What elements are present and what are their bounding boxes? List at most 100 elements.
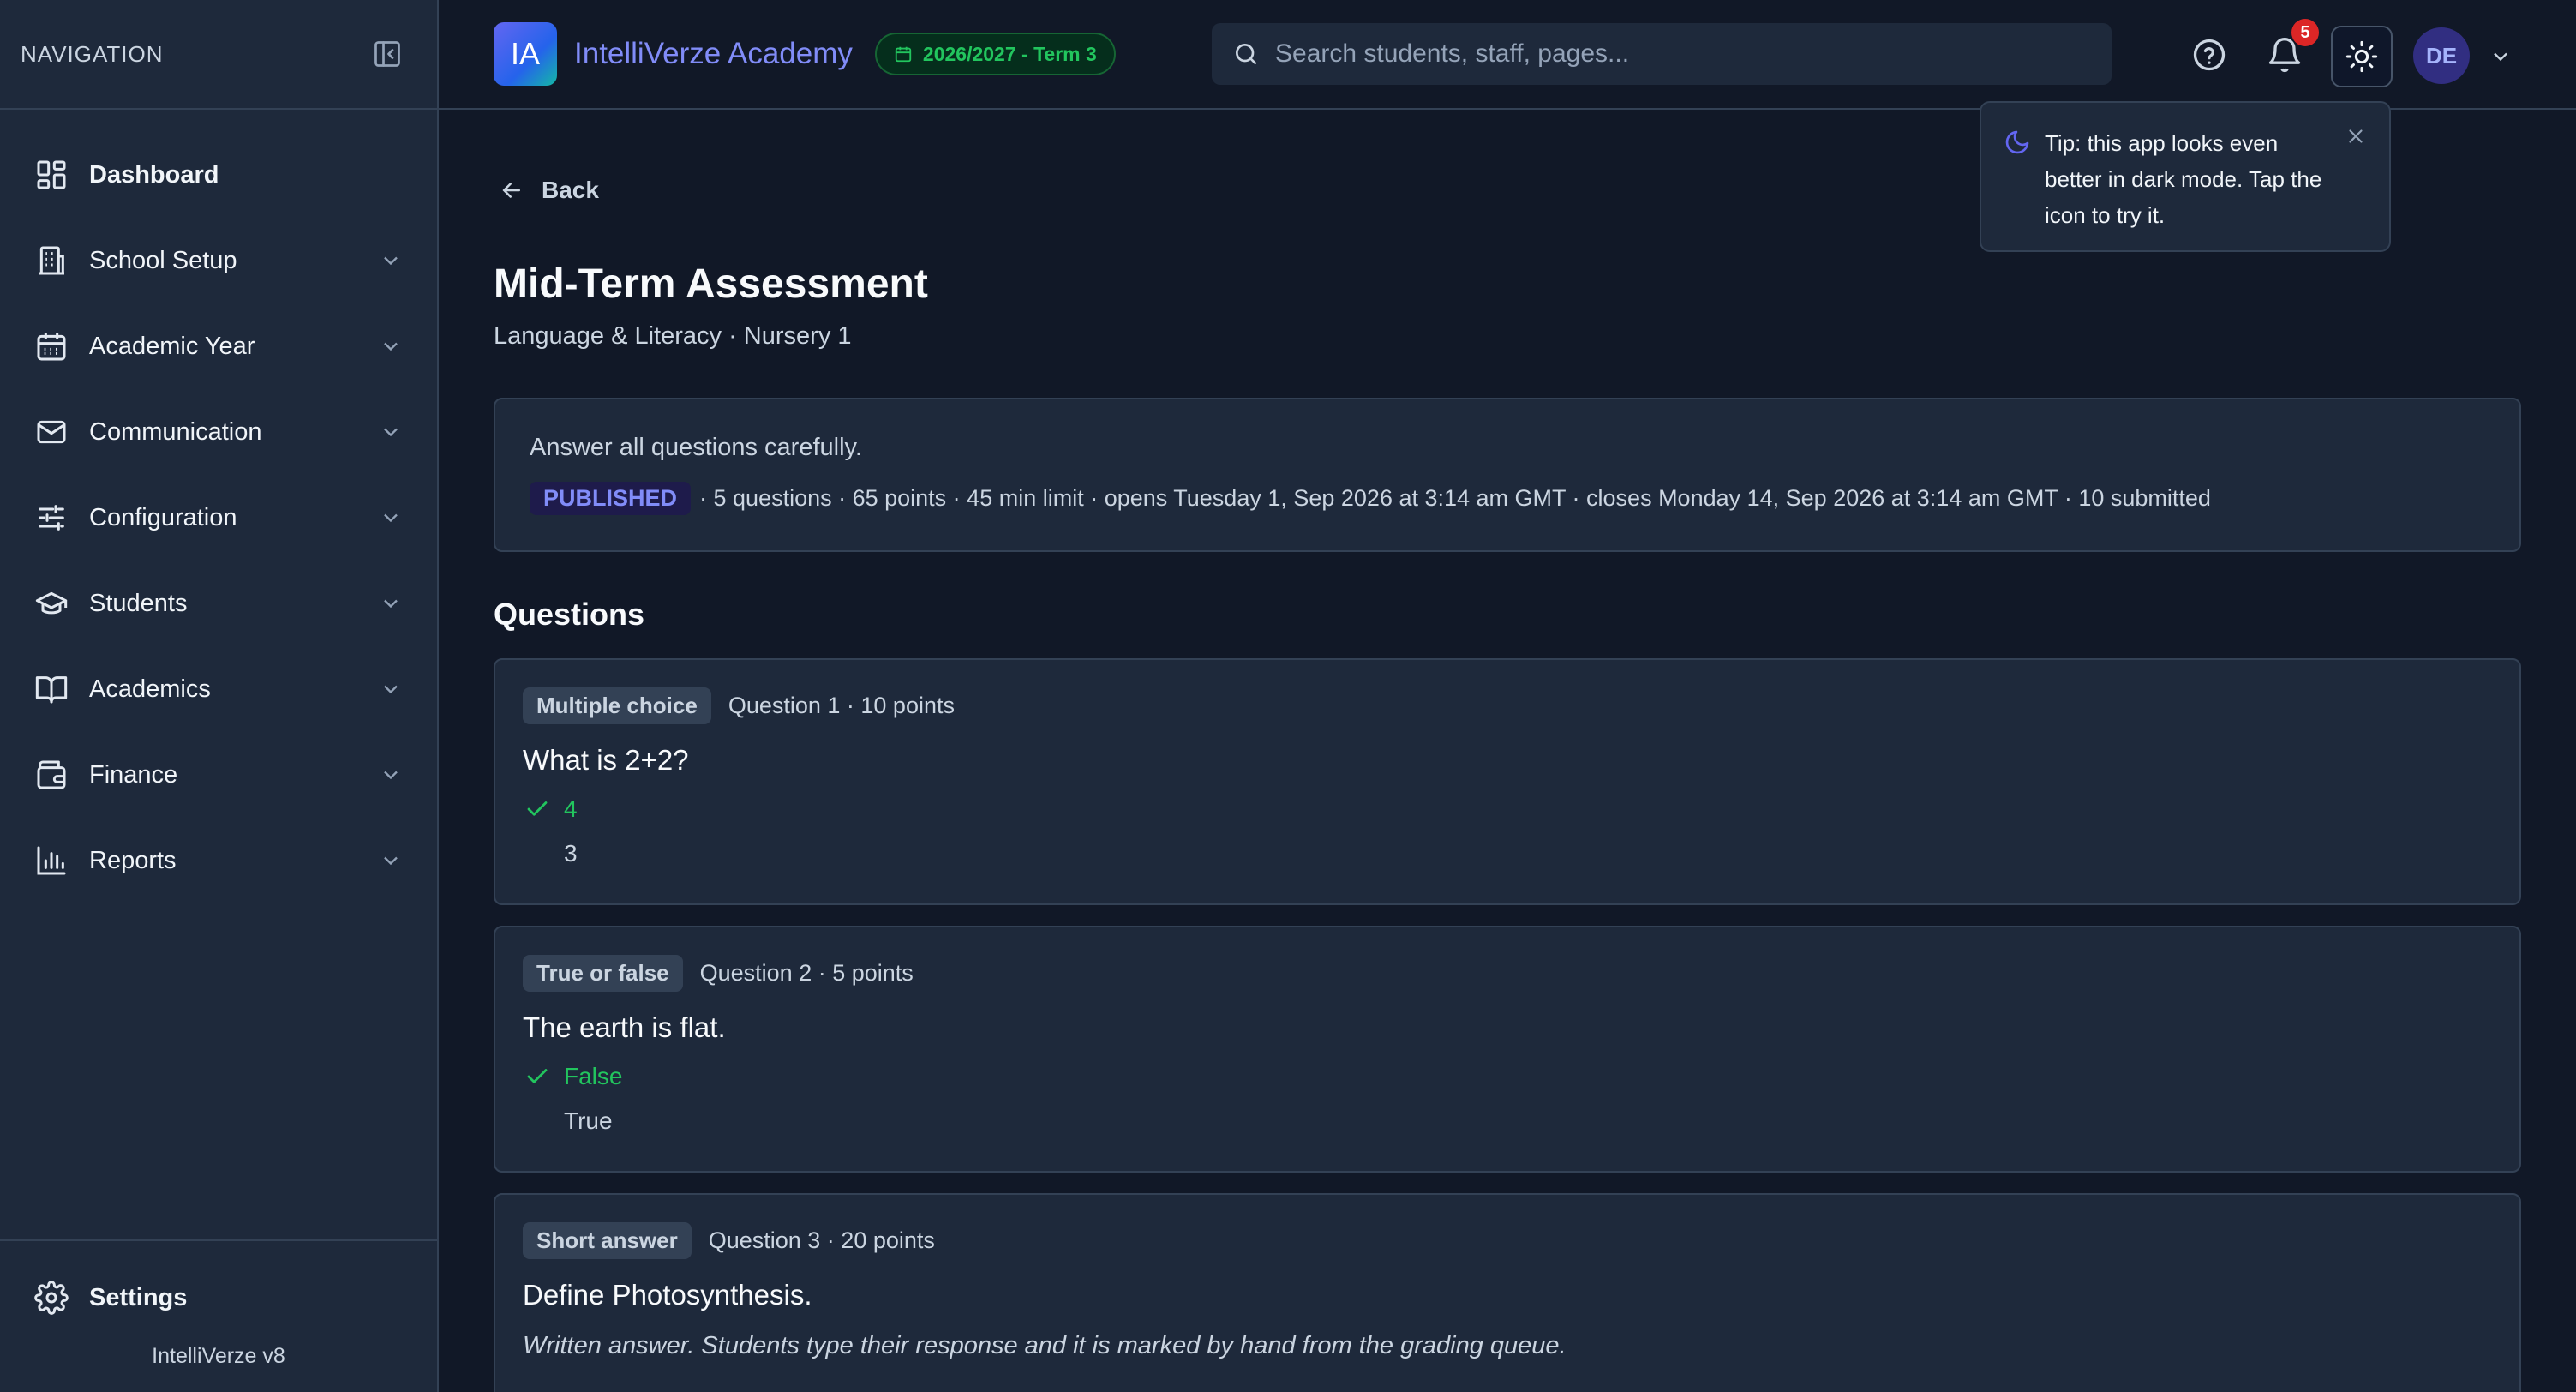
search-icon [1232,40,1260,68]
question-card: Multiple choice Question 1 · 10 points W… [494,658,2521,905]
sidebar-item-finance[interactable]: Finance [0,732,437,818]
sidebar-item-label: Academics [89,675,211,703]
chevron-down-icon [379,849,403,873]
building-icon [34,243,69,278]
term-badge[interactable]: 2026/2027 - Term 3 [874,33,1116,75]
option-label: 4 [564,795,578,822]
option-label: 3 [564,840,578,867]
option: 3 [524,840,578,867]
sidebar-item-label: Reports [89,846,177,874]
collapse-sidebar-icon[interactable] [372,39,403,69]
assessment-description: Answer all questions carefully. [530,434,862,461]
sidebar-item-dashboard[interactable]: Dashboard [0,132,437,218]
questions-heading: Questions [494,597,645,632]
option-label: False [564,1063,623,1089]
question-header: Multiple choice Question 1 · 10 points [523,687,955,724]
sidebar: NAVIGATION Dashboard School Setup Academ… [0,0,439,1392]
sidebar-item-academics[interactable]: Academics [0,646,437,732]
sidebar-item-settings[interactable]: Settings [0,1255,437,1341]
help-icon[interactable] [2190,36,2228,74]
book-icon [34,672,69,706]
sidebar-item-configuration[interactable]: Configuration [0,475,437,561]
wallet-icon [34,758,69,792]
calendar-icon [34,329,69,363]
question-type-badge: True or false [523,955,683,992]
question-type-badge: Short answer [523,1222,692,1259]
chevron-down-icon [379,506,403,530]
status-badge: PUBLISHED [530,482,692,515]
question-header: True or false Question 2 · 5 points [523,955,914,992]
close-icon[interactable] [2345,125,2367,147]
theme-toggle-button[interactable] [2331,26,2393,87]
tip-text: Tip: this app looks even better in dark … [2045,130,2322,228]
page-title: Mid-Term Assessment [494,261,928,307]
sidebar-item-label: Configuration [89,503,237,531]
term-label: 2026/2027 - Term 3 [922,42,1097,65]
chevron-down-icon [379,677,403,701]
sidebar-item-academic-year[interactable]: Academic Year [0,303,437,389]
sidebar-header: NAVIGATION [0,0,437,110]
assessment-meta-text: · 5 questions · 65 points · 45 min limit… [699,485,2211,511]
chevron-down-icon [379,420,403,444]
chevron-down-icon [379,591,403,615]
sidebar-item-label: School Setup [89,246,237,274]
chevron-down-icon [379,763,403,787]
question-meta: Question 3 · 20 points [708,1227,935,1253]
question-text: What is 2+2? [523,744,689,776]
sidebar-item-label: Students [89,589,188,617]
sidebar-item-school-setup[interactable]: School Setup [0,218,437,303]
sidebar-item-label: Academic Year [89,332,255,360]
sidebar-item-label: Communication [89,417,262,446]
sidebar-item-label: Finance [89,760,178,789]
sidebar-item-label: Settings [89,1283,188,1311]
sidebar-item-communication[interactable]: Communication [0,389,437,475]
back-label: Back [542,177,599,203]
app-version: IntelliVerze v8 [152,1344,285,1368]
search-input[interactable]: Search students, staff, pages... [1212,23,2112,85]
assessment-info-card: Answer all questions carefully. PUBLISHE… [494,398,2521,552]
option-label: True [564,1107,613,1134]
sun-icon [2345,39,2379,74]
sliders-icon [34,501,69,535]
question-text: The earth is flat. [523,1011,726,1043]
top-bar: IA IntelliVerze Academy 2026/2027 - Term… [439,0,2576,110]
question-card: True or false Question 2 · 5 points The … [494,926,2521,1173]
bar-chart-icon [34,843,69,878]
question-text: Define Photosynthesis. [523,1279,812,1311]
dashboard-icon [34,158,69,192]
back-button[interactable]: Back [499,177,599,204]
option: True [524,1107,613,1135]
app-logo[interactable]: IA [494,22,557,86]
sidebar-title: NAVIGATION [21,40,164,67]
sidebar-nav: Dashboard School Setup Academic Year Com… [0,110,437,903]
question-meta: Question 2 · 5 points [699,960,914,986]
gear-icon [34,1281,69,1315]
check-icon [524,796,550,822]
question-header: Short answer Question 3 · 20 points [523,1222,935,1259]
question-card: Short answer Question 3 · 20 points Defi… [494,1193,2521,1392]
moon-icon [2004,129,2031,156]
sidebar-item-label: Dashboard [89,160,219,189]
assessment-meta: PUBLISHED · 5 questions · 65 points · 45… [530,482,2211,515]
sidebar-footer: Settings IntelliVerze v8 [0,1239,437,1392]
sidebar-item-reports[interactable]: Reports [0,818,437,903]
dark-mode-tip: Tip: this app looks even better in dark … [1980,101,2391,252]
correct-option: 4 [524,795,578,823]
calendar-icon [894,45,913,63]
question-note: Written answer. Students type their resp… [523,1332,1567,1359]
avatar[interactable]: DE [2413,27,2470,84]
arrow-left-icon [499,177,524,203]
sidebar-item-students[interactable]: Students [0,561,437,646]
page-subtitle: Language & Literacy · Nursery 1 [494,322,852,350]
chevron-down-icon [379,334,403,358]
question-type-badge: Multiple choice [523,687,711,724]
check-icon [524,1064,550,1089]
chevron-down-icon[interactable] [2489,45,2513,69]
question-meta: Question 1 · 10 points [728,693,955,718]
mail-icon [34,415,69,449]
chevron-down-icon [379,249,403,273]
graduation-cap-icon [34,586,69,621]
notification-count-badge: 5 [2291,19,2319,46]
search-placeholder: Search students, staff, pages... [1275,39,1630,68]
app-name[interactable]: IntelliVerze Academy [574,37,853,71]
